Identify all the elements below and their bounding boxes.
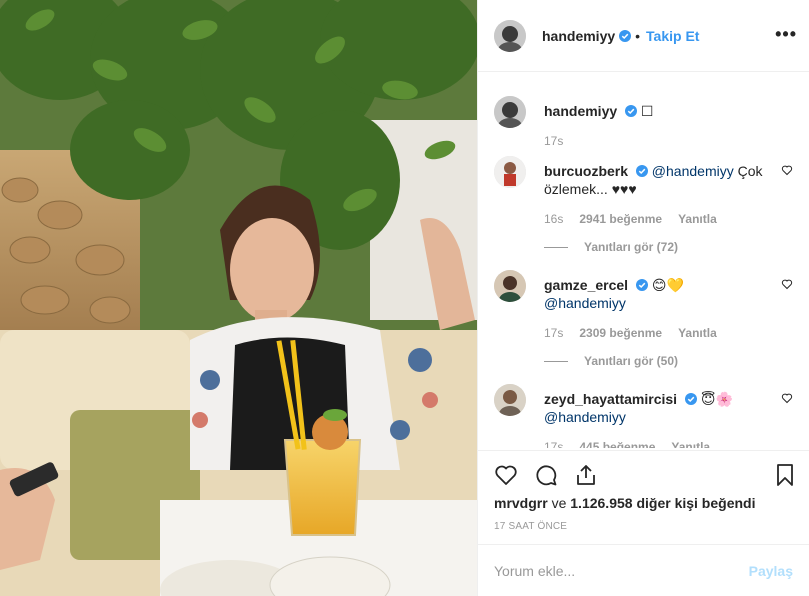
add-comment-bar: Paylaş (478, 544, 809, 596)
verified-icon (625, 105, 638, 117)
post-panel: handemiyy • Takip Et ••• handemiyy ☐ 17s (477, 0, 809, 596)
comment-avatar[interactable] (494, 270, 526, 302)
comment-time[interactable]: 17s (544, 440, 563, 448)
photo-illustration (0, 0, 477, 596)
comment: zeyd_hayattamircisi 😇🌸 @handemiyy 17s 44… (494, 384, 793, 448)
author-avatar[interactable] (494, 19, 526, 52)
replies-line (544, 360, 568, 362)
caption-username[interactable]: handemiyy (544, 103, 617, 119)
comment-text: gamze_ercel 😊💛 @handemiyy (544, 270, 793, 312)
follow-button[interactable]: Takip Et (646, 28, 699, 44)
comment-icon[interactable] (534, 463, 558, 487)
comment-text: zeyd_hayattamircisi 😇🌸 @handemiyy (544, 384, 793, 426)
comment-likes[interactable]: 2309 beğenme (579, 326, 662, 340)
verified-icon (635, 165, 648, 177)
comment-mention[interactable]: @handemiyy (544, 409, 626, 425)
comment-input[interactable] (494, 562, 749, 579)
likes-mid: ve (547, 495, 571, 511)
view-replies-label: Yanıtları gör (72) (584, 240, 679, 254)
author-username[interactable]: handemiyy (542, 28, 615, 44)
comment-meta: 17s 445 beğenme Yanıtla (544, 440, 793, 448)
view-replies-label: Yanıtları gör (50) (584, 354, 679, 368)
comment-avatar-image (494, 384, 526, 416)
bookmark-icon[interactable] (773, 463, 797, 487)
comment-username[interactable]: gamze_ercel (544, 277, 628, 293)
comment-avatar-image (494, 270, 526, 302)
view-replies[interactable]: Yanıtları gör (72) (544, 240, 793, 254)
more-icon[interactable]: ••• (775, 24, 797, 45)
likes-summary[interactable]: mrvdgrr ve 1.126.958 diğer kişi beğendi (494, 495, 793, 511)
comment-avatar[interactable] (494, 156, 526, 188)
verified-icon (635, 279, 648, 291)
caption: handemiyy ☐ 17s (494, 96, 793, 148)
post-timestamp[interactable]: 17 SAAT ÖNCE (494, 521, 793, 532)
heart-icon[interactable] (781, 164, 793, 176)
reply-button[interactable]: Yanıtla (678, 326, 717, 340)
heart-icon[interactable] (781, 392, 793, 404)
verified-icon (619, 29, 632, 42)
reply-button[interactable]: Yanıtla (671, 440, 710, 448)
comments-list[interactable]: handemiyy ☐ 17s burcuozberk @handemiyy Ç… (478, 80, 809, 448)
author-avatar-image (494, 19, 526, 52)
share-icon[interactable] (574, 463, 598, 487)
likes-user[interactable]: mrvdgrr (494, 495, 548, 511)
comment-meta: 16s 2941 beğenme Yanıtla (544, 212, 793, 226)
likes-count[interactable]: 1.126.958 (570, 495, 632, 511)
comment-emoji: 😇🌸 (700, 391, 733, 407)
heart-icon[interactable] (494, 463, 518, 487)
caption-meta: 17s (544, 134, 793, 148)
comment-mention[interactable]: @handemiyy (652, 163, 734, 179)
comment-text: burcuozberk @handemiyy Çok özlemek... ♥♥… (544, 156, 793, 198)
caption-avatar[interactable] (494, 96, 526, 128)
comment-mention[interactable]: @handemiyy (544, 295, 626, 311)
post-photo[interactable] (0, 0, 477, 596)
replies-line (544, 246, 568, 248)
caption-time[interactable]: 17s (544, 134, 563, 148)
comment-emoji: 😊💛 (651, 277, 684, 293)
caption-avatar-image (494, 96, 526, 128)
verified-icon (684, 393, 697, 405)
comment: burcuozberk @handemiyy Çok özlemek... ♥♥… (494, 156, 793, 254)
header-separator: • (635, 27, 641, 44)
post-header: handemiyy • Takip Et ••• (478, 0, 809, 72)
post-actions: mrvdgrr ve 1.126.958 diğer kişi beğendi … (478, 450, 809, 532)
comment-likes[interactable]: 445 beğenme (579, 440, 655, 448)
comment-username[interactable]: burcuozberk (544, 163, 628, 179)
view-replies[interactable]: Yanıtları gör (50) (544, 354, 793, 368)
likes-rest: diğer kişi beğendi (632, 495, 756, 511)
caption-body: ☐ (640, 103, 654, 119)
comment-time[interactable]: 16s (544, 212, 563, 226)
post-comment-button[interactable]: Paylaş (749, 563, 793, 579)
comment-time[interactable]: 17s (544, 326, 563, 340)
comment-avatar[interactable] (494, 384, 526, 416)
comment-meta: 17s 2309 beğenme Yanıtla (544, 326, 793, 340)
comment-username[interactable]: zeyd_hayattamircisi (544, 391, 677, 407)
comment: gamze_ercel 😊💛 @handemiyy 17s 2309 beğen… (494, 270, 793, 368)
reply-button[interactable]: Yanıtla (678, 212, 717, 226)
comment-avatar-image (494, 156, 526, 188)
action-icons (494, 451, 793, 499)
heart-icon[interactable] (781, 278, 793, 290)
caption-text: handemiyy ☐ (544, 96, 793, 120)
comment-likes[interactable]: 2941 beğenme (579, 212, 662, 226)
